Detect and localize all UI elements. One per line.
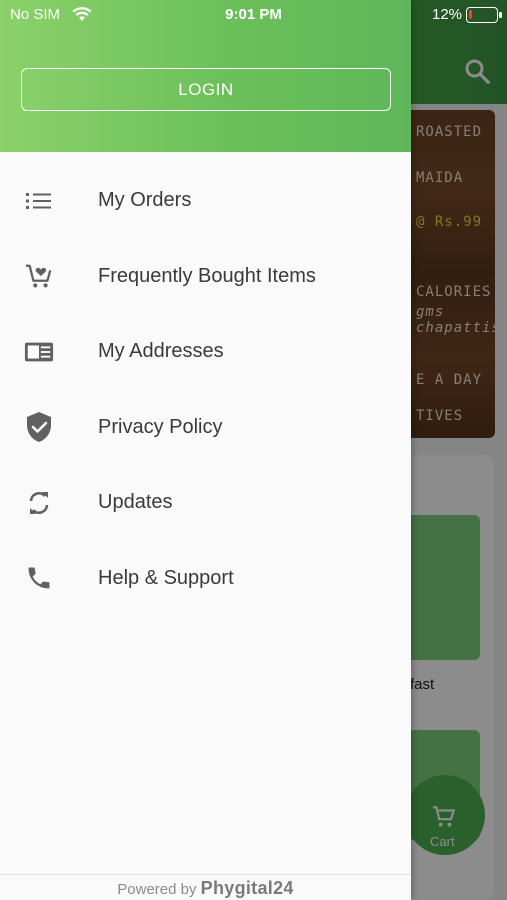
shield-check-icon: [24, 412, 54, 443]
menu-item-label: My Orders: [98, 189, 192, 212]
address-card-icon: [24, 337, 54, 367]
battery-percent: 12%: [432, 6, 463, 23]
battery-icon: [466, 7, 502, 23]
list-icon: [24, 186, 54, 216]
menu-item-label: Frequently Bought Items: [98, 264, 316, 287]
footer-divider: [0, 874, 411, 875]
menu-item-frequently-bought[interactable]: Frequently Bought Items: [0, 239, 411, 315]
status-bar: No SIM 9:01 PM 12%: [0, 0, 507, 30]
sync-icon: [24, 488, 54, 518]
powered-by-label: Powered by: [117, 881, 197, 898]
login-button[interactable]: LOGIN: [21, 68, 391, 111]
menu-item-updates[interactable]: Updates: [0, 465, 411, 541]
menu-item-privacy-policy[interactable]: Privacy Policy: [0, 390, 411, 466]
powered-by-footer: Powered by Phygital24: [0, 878, 411, 899]
phone-icon: [24, 563, 54, 593]
navigation-drawer: LOGIN My Orders Frequently Bought Items …: [0, 0, 411, 900]
drawer-menu: My Orders Frequently Bought Items My Add…: [0, 163, 411, 616]
menu-item-label: Help & Support: [98, 566, 234, 589]
clock: 9:01 PM: [225, 6, 282, 23]
battery-level: [469, 10, 472, 19]
menu-item-label: Updates: [98, 491, 173, 514]
menu-item-help-support[interactable]: Help & Support: [0, 541, 411, 617]
brand-name: Phygital24: [200, 878, 294, 898]
menu-item-label: Privacy Policy: [98, 415, 223, 438]
cart-heart-icon: [24, 261, 54, 291]
menu-item-my-addresses[interactable]: My Addresses: [0, 314, 411, 390]
menu-item-label: My Addresses: [98, 340, 224, 363]
menu-item-my-orders[interactable]: My Orders: [0, 163, 411, 239]
